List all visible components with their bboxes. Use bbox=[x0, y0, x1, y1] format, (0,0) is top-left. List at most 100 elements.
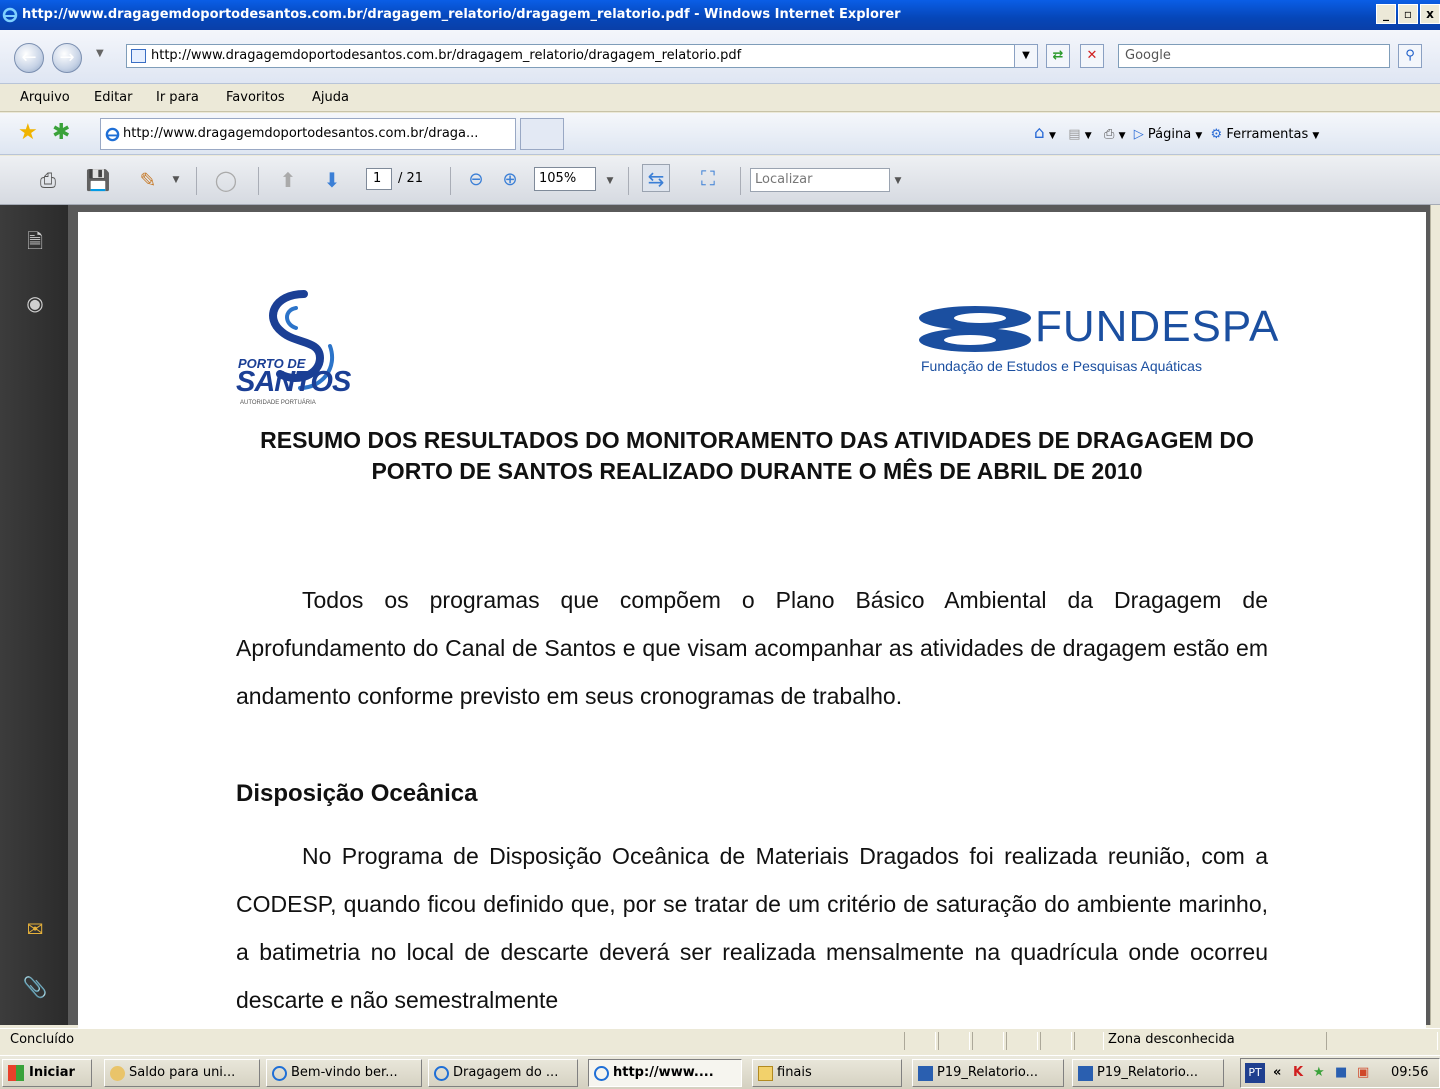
fundespa-logo-name: FUNDESPA bbox=[1035, 302, 1280, 351]
chevron-down-icon: ▼ bbox=[1312, 131, 1320, 141]
windows-logo-icon bbox=[8, 1065, 24, 1081]
print-icon[interactable]: ⎙ bbox=[1104, 127, 1114, 142]
feeds-icon[interactable]: ▤ bbox=[1068, 127, 1080, 142]
zoom-select[interactable]: 105% bbox=[534, 167, 596, 191]
command-bar: ⌂ ▼ ▤ ▼ ⎙ ▼ ▷ Página ▼ ⚙ Ferramentas ▼ bbox=[1034, 120, 1319, 149]
vertical-scrollbar[interactable] bbox=[1430, 205, 1440, 1025]
toolbar-separator bbox=[258, 167, 259, 195]
stop-button[interactable]: ✕ bbox=[1080, 44, 1104, 68]
find-input[interactable]: Localizar bbox=[750, 168, 890, 192]
fit-width-icon[interactable]: ⇆ bbox=[642, 164, 670, 192]
history-dropdown-icon[interactable]: ▼ bbox=[96, 48, 104, 59]
language-indicator[interactable]: PT bbox=[1245, 1063, 1265, 1083]
taskbar-label: Bem-vindo ber... bbox=[291, 1065, 398, 1080]
word-document-icon bbox=[1078, 1066, 1093, 1081]
collaborate-icon[interactable]: ◯ bbox=[212, 166, 240, 194]
fundespa-logo-subtitle: Fundação de Estudos e Pesquisas Aquática… bbox=[921, 358, 1202, 374]
status-cell bbox=[904, 1032, 936, 1050]
attachments-icon[interactable]: 📎 bbox=[22, 974, 48, 1000]
fundespa-logo-mark bbox=[919, 306, 1031, 352]
menu-ajuda[interactable]: Ajuda bbox=[312, 85, 349, 110]
comments-icon[interactable]: ✉ bbox=[22, 916, 48, 942]
pages-icon[interactable]: 🗎 bbox=[22, 228, 48, 254]
taskbar-button-active[interactable]: http://www.... bbox=[588, 1059, 742, 1087]
minimize-button[interactable]: _ bbox=[1376, 4, 1396, 24]
fit-page-icon[interactable]: ⛶ bbox=[694, 164, 722, 192]
binoculars-icon[interactable]: ◉ bbox=[22, 290, 48, 316]
back-button[interactable]: ← bbox=[14, 43, 44, 73]
taskbar-button[interactable]: P19_Relatorio... bbox=[1072, 1059, 1224, 1087]
window-controls: _ ▫ x bbox=[1376, 4, 1440, 24]
chevron-down-icon[interactable]: ▼ bbox=[1049, 131, 1056, 141]
menu-favoritos[interactable]: Favoritos bbox=[226, 85, 285, 110]
messenger-icon[interactable]: ■ bbox=[1335, 1059, 1347, 1087]
taskbar-button[interactable]: finais bbox=[752, 1059, 902, 1087]
tab-active[interactable]: http://www.dragagemdoportodesantos.com.b… bbox=[100, 118, 516, 150]
taskbar-button[interactable]: Dragagem do ... bbox=[428, 1059, 578, 1087]
next-page-icon[interactable]: ⬇ bbox=[318, 166, 346, 194]
maximize-button[interactable]: ▫ bbox=[1398, 4, 1418, 24]
page-number-input[interactable]: 1 bbox=[366, 168, 392, 190]
page-menu-button[interactable]: ▷ Página ▼ bbox=[1134, 127, 1203, 142]
new-tab-button[interactable] bbox=[520, 118, 564, 150]
status-cell bbox=[972, 1032, 1004, 1050]
home-icon[interactable]: ⌂ bbox=[1034, 123, 1045, 143]
close-button[interactable]: x bbox=[1420, 4, 1440, 24]
window-title-bar[interactable]: http://www.dragagemdoportodesantos.com.b… bbox=[0, 0, 1440, 30]
chevron-down-icon[interactable]: ▼ bbox=[1085, 131, 1092, 141]
zoom-in-icon[interactable]: ⊕ bbox=[496, 166, 524, 194]
menu-bar: Arquivo Editar Ir para Favoritos Ajuda bbox=[0, 85, 1440, 112]
status-text: Concluído bbox=[10, 1032, 75, 1047]
chevron-down-icon: ▼ bbox=[1022, 50, 1030, 61]
address-field[interactable]: http://www.dragagemdoportodesantos.com.b… bbox=[126, 44, 1032, 68]
chevron-down-icon[interactable]: ▼ bbox=[162, 166, 190, 194]
ie-icon bbox=[272, 1066, 287, 1081]
system-tray: PT « K ★ ■ ▣ 09:56 bbox=[1240, 1058, 1440, 1088]
stop-icon: ✕ bbox=[1086, 48, 1098, 63]
start-button[interactable]: Iniciar bbox=[2, 1059, 92, 1087]
chevron-down-icon[interactable]: ▼ bbox=[596, 167, 624, 195]
gear-icon: ⚙ bbox=[1210, 127, 1223, 142]
taskbar-button[interactable]: Bem-vindo ber... bbox=[266, 1059, 422, 1087]
share-icon[interactable]: ✎ bbox=[134, 166, 162, 194]
zoom-status-cell[interactable] bbox=[1326, 1032, 1438, 1050]
back-arrow-icon: ← bbox=[21, 47, 37, 68]
save-icon[interactable]: 💾 bbox=[84, 166, 112, 194]
show-hidden-icons[interactable]: « bbox=[1273, 1059, 1281, 1087]
chevron-down-icon[interactable]: ▼ bbox=[884, 167, 912, 195]
search-icon: ⚲ bbox=[1405, 48, 1415, 63]
status-cell bbox=[1040, 1032, 1072, 1050]
address-url: http://www.dragagemdoportodesantos.com.b… bbox=[151, 48, 742, 63]
search-button[interactable]: ⚲ bbox=[1398, 44, 1422, 68]
favorites-star-icon[interactable]: ★ bbox=[18, 120, 38, 145]
refresh-button[interactable]: ⇄ bbox=[1046, 44, 1070, 68]
previous-page-icon[interactable]: ⬆ bbox=[274, 166, 302, 194]
forward-button[interactable]: → bbox=[52, 43, 82, 73]
ie-tab-icon bbox=[105, 127, 120, 142]
clock[interactable]: 09:56 bbox=[1391, 1059, 1428, 1087]
page-icon: ▷ bbox=[1133, 127, 1144, 142]
zoom-out-icon[interactable]: ⊖ bbox=[462, 166, 490, 194]
pdf-print-icon[interactable]: ⎙ bbox=[34, 166, 62, 194]
taskbar-button[interactable]: P19_Relatorio... bbox=[912, 1059, 1064, 1087]
security-zone[interactable]: Zona desconhecida bbox=[1108, 1029, 1235, 1051]
menu-ir-para[interactable]: Ir para bbox=[156, 85, 199, 110]
paragraph-2: No Programa de Disposição Oceânica de Ma… bbox=[236, 843, 1268, 1013]
tools-menu-button[interactable]: ⚙ Ferramentas ▼ bbox=[1211, 127, 1320, 142]
menu-editar[interactable]: Editar bbox=[94, 85, 133, 110]
search-input[interactable]: Google bbox=[1118, 44, 1390, 68]
taskbar-label: Saldo para uni... bbox=[129, 1065, 236, 1080]
chevron-down-icon[interactable]: ▼ bbox=[1119, 131, 1126, 141]
antivirus-icon[interactable]: K bbox=[1293, 1059, 1303, 1087]
menu-arquivo[interactable]: Arquivo bbox=[20, 85, 70, 110]
network-icon[interactable]: ★ bbox=[1313, 1059, 1325, 1087]
search-placeholder: Google bbox=[1125, 48, 1171, 63]
address-dropdown-button[interactable]: ▼ bbox=[1014, 44, 1038, 68]
chevron-down-icon: ▼ bbox=[1195, 131, 1203, 141]
porto-logo-line2: SANTOS bbox=[236, 366, 351, 398]
toolbar-separator bbox=[628, 167, 629, 195]
zoom-value: 105% bbox=[539, 171, 577, 186]
add-favorite-icon[interactable]: ✱ bbox=[52, 120, 70, 145]
taskbar-button[interactable]: Saldo para uni... bbox=[104, 1059, 260, 1087]
display-icon[interactable]: ▣ bbox=[1357, 1059, 1369, 1087]
